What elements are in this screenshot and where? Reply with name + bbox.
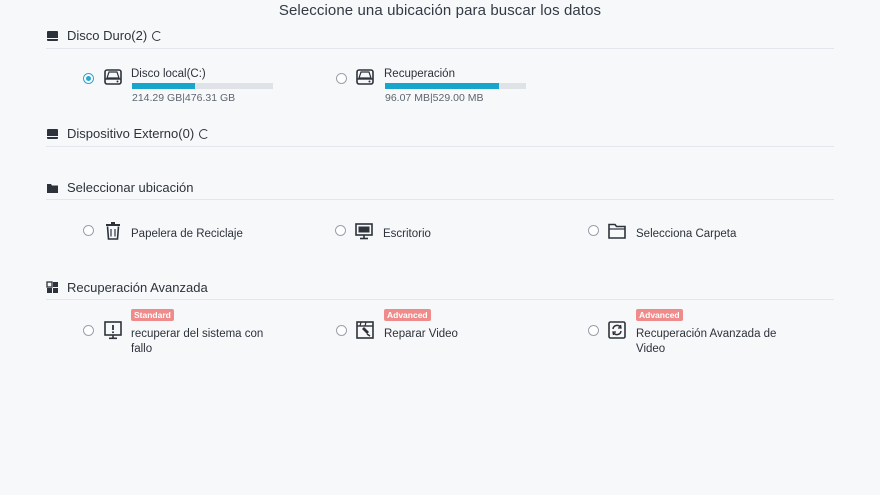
grid-icon bbox=[46, 281, 60, 295]
section-hard-disk: Disco Duro(2) bbox=[46, 28, 163, 43]
recycle-bin-radio[interactable] bbox=[83, 225, 94, 236]
disk-recovery-name[interactable]: Recuperación bbox=[384, 67, 455, 82]
video-repair-icon bbox=[355, 320, 375, 340]
disk-recovery-usage-fill bbox=[385, 83, 500, 89]
refresh-external-icon[interactable] bbox=[199, 128, 210, 139]
disk-drive-icon bbox=[103, 67, 123, 87]
section-hard-disk-label: Disco Duro(2) bbox=[67, 28, 148, 43]
section-location: Seleccionar ubicación bbox=[46, 180, 193, 195]
recycle-bin-icon bbox=[103, 221, 123, 241]
section-advanced: Recuperación Avanzada bbox=[46, 280, 208, 295]
select-folder-label[interactable]: Selecciona Carpeta bbox=[636, 227, 736, 242]
recycle-bin-label[interactable]: Papelera de Reciclaje bbox=[131, 227, 243, 242]
disk-c-name[interactable]: Disco local(C:) bbox=[131, 67, 206, 82]
external-drive-icon bbox=[46, 127, 60, 141]
section-advanced-label: Recuperación Avanzada bbox=[67, 280, 208, 295]
advanced-video-radio[interactable] bbox=[588, 325, 599, 336]
disk-c-usage-fill bbox=[132, 83, 196, 89]
hard-drive-icon bbox=[46, 29, 60, 43]
disk-recovery-usage-bar bbox=[385, 83, 526, 89]
advanced-video-label-line1[interactable]: Recuperación Avanzada de bbox=[636, 327, 776, 342]
advanced-badge: Advanced bbox=[384, 309, 431, 321]
select-folder-radio[interactable] bbox=[588, 225, 599, 236]
section-external: Dispositivo Externo(0) bbox=[46, 126, 210, 141]
disk-recovery-radio[interactable] bbox=[336, 73, 347, 84]
video-repair-label[interactable]: Reparar Video bbox=[384, 327, 458, 342]
section-external-label: Dispositivo Externo(0) bbox=[67, 126, 195, 141]
crash-system-icon bbox=[103, 320, 123, 340]
divider bbox=[46, 146, 834, 147]
disk-recovery-size: 96.07 MB|529.00 MB bbox=[385, 92, 484, 104]
advanced-badge: Advanced bbox=[636, 309, 683, 321]
divider bbox=[46, 299, 834, 300]
page-title: Seleccione una ubicación para buscar los… bbox=[278, 2, 602, 19]
section-location-label: Seleccionar ubicación bbox=[67, 180, 194, 195]
folder-icon bbox=[46, 181, 60, 195]
divider bbox=[46, 48, 834, 49]
video-repair-radio[interactable] bbox=[336, 325, 347, 336]
desktop-label[interactable]: Escritorio bbox=[383, 227, 431, 242]
crash-recovery-radio[interactable] bbox=[83, 325, 94, 336]
crash-recovery-label-line1[interactable]: recuperar del sistema con bbox=[131, 327, 263, 342]
divider bbox=[46, 199, 834, 200]
refresh-hard-disk-icon[interactable] bbox=[152, 30, 163, 41]
advanced-video-label-line2[interactable]: Video bbox=[636, 342, 665, 357]
crash-recovery-label-line2[interactable]: fallo bbox=[131, 342, 152, 357]
disk-c-usage-bar bbox=[132, 83, 273, 89]
disk-c-radio[interactable] bbox=[83, 73, 94, 84]
folder-icon bbox=[607, 221, 627, 241]
disk-c-size: 214.29 GB|476.31 GB bbox=[132, 92, 236, 104]
standard-badge: Standard bbox=[131, 309, 174, 321]
desktop-icon bbox=[354, 221, 374, 241]
disk-drive-icon bbox=[355, 67, 375, 87]
advanced-video-icon bbox=[607, 320, 627, 340]
desktop-radio[interactable] bbox=[335, 225, 346, 236]
